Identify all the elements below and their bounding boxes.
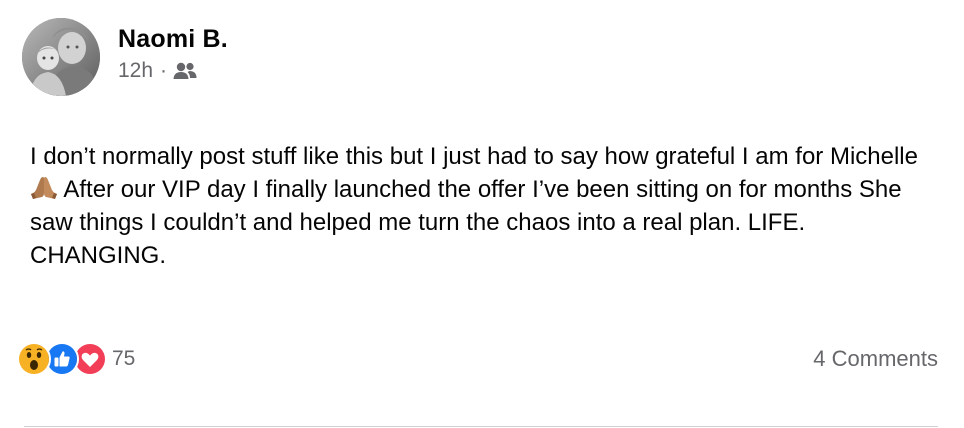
friends-icon[interactable] [173, 61, 197, 81]
divider [24, 426, 938, 427]
post-text: I don’t normally post stuff like this bu… [30, 140, 935, 272]
avatar[interactable] [22, 18, 100, 96]
folded-hands-icon [30, 176, 58, 200]
post-card: Naomi B. 12h · I don’t normally post stu… [0, 0, 964, 428]
avatar-photo [22, 18, 100, 96]
wow-icon [17, 342, 51, 376]
post-meta: 12h · [118, 59, 197, 83]
reaction-count[interactable]: 75 [112, 347, 135, 371]
post-time[interactable]: 12h [118, 59, 153, 83]
author-name[interactable]: Naomi B. [118, 25, 228, 54]
comments-link[interactable]: 4 Comments [813, 346, 938, 372]
post-text-part-2: After our VIP day I finally launched the… [30, 176, 902, 269]
post-text-part-1: I don’t normally post stuff like this bu… [30, 143, 918, 170]
reactions-summary[interactable]: 75 [17, 341, 135, 377]
meta-separator: · [160, 59, 168, 82]
